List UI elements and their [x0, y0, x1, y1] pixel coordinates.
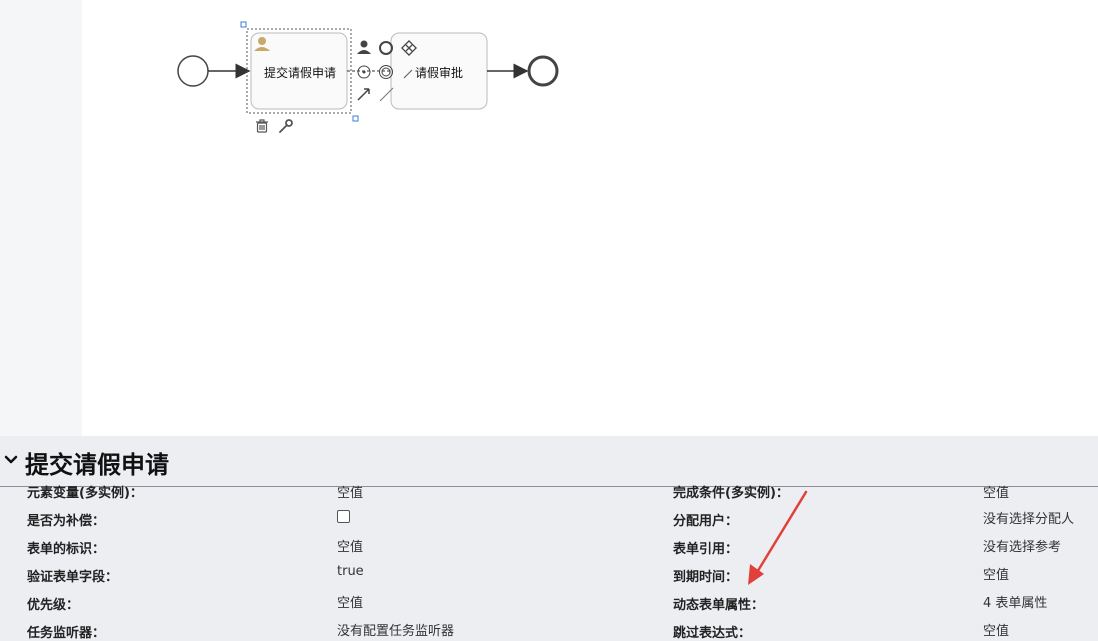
property-label: 优先级：: [27, 598, 80, 613]
property-value[interactable]: 空值: [983, 620, 1009, 639]
start-event[interactable]: [177, 55, 209, 87]
task-label: 请假审批: [415, 66, 464, 80]
compensation-checkbox[interactable]: [337, 510, 350, 523]
property-value[interactable]: 空值: [337, 536, 363, 555]
property-row[interactable]: 分配用户： 没有选择分配人: [549, 508, 1098, 536]
property-row[interactable]: 元素变量(多实例)： 空值: [0, 480, 549, 508]
property-row[interactable]: 完成条件(多实例)： 空值: [549, 480, 1098, 508]
property-value[interactable]: 空值: [983, 564, 1009, 583]
property-row[interactable]: 优先级： 空值: [0, 592, 549, 620]
property-label: 是否为补偿：: [27, 514, 106, 529]
property-label: 任务监听器：: [27, 626, 106, 641]
property-label: 到期时间：: [673, 570, 739, 585]
property-row[interactable]: 是否为补偿：: [0, 508, 549, 536]
resize-handle[interactable]: [352, 115, 359, 122]
property-row[interactable]: 任务监听器： 没有配置任务监听器: [0, 620, 549, 641]
property-label: 跳过表达式：: [673, 626, 752, 641]
property-value[interactable]: 空值: [983, 482, 1009, 501]
property-row[interactable]: 验证表单字段： true: [0, 564, 549, 592]
property-row[interactable]: 到期时间： 空值: [549, 564, 1098, 592]
property-value[interactable]: 没有选择参考: [983, 536, 1061, 555]
property-row[interactable]: 跳过表达式： 空值: [549, 620, 1098, 641]
property-row[interactable]: 表单引用： 没有选择参考: [549, 536, 1098, 564]
connect-tool-icon[interactable]: [357, 88, 370, 101]
property-row[interactable]: 动态表单属性： 4 表单属性: [549, 592, 1098, 620]
annotation-arrow: [748, 490, 808, 585]
property-label: 表单引用：: [673, 542, 739, 557]
property-value[interactable]: 没有配置任务监听器: [337, 620, 454, 639]
user-task-tool-icon[interactable]: [357, 40, 371, 55]
end-event[interactable]: [527, 55, 559, 87]
property-label: 验证表单字段：: [27, 570, 119, 585]
property-value[interactable]: 没有选择分配人: [983, 508, 1074, 527]
task-label: 提交请假申请: [264, 66, 337, 80]
end-event-tool-icon[interactable]: [379, 41, 393, 55]
property-label: 表单的标识：: [27, 542, 106, 557]
property-value[interactable]: 空值: [337, 482, 363, 501]
property-label: 元素变量(多实例)：: [27, 486, 143, 501]
wrench-icon[interactable]: [279, 119, 293, 133]
trash-icon[interactable]: [256, 119, 268, 133]
property-value[interactable]: true: [337, 564, 364, 579]
properties-panel: 提交请假申请 元素变量(多实例)： 空值 是否为补偿： 表单的标识： 空值 验证…: [0, 436, 1098, 641]
process-diagram: [177, 21, 559, 133]
property-value[interactable]: 4 表单属性: [983, 592, 1047, 611]
property-label: 动态表单属性：: [673, 598, 765, 613]
intermediate-event-tool-icon[interactable]: [357, 65, 371, 79]
panel-title: 提交请假申请: [25, 451, 169, 479]
property-label: 分配用户：: [673, 514, 739, 529]
property-row[interactable]: 表单的标识： 空值: [0, 536, 549, 564]
chevron-down-icon[interactable]: [4, 453, 18, 467]
property-value[interactable]: 空值: [337, 592, 363, 611]
resize-handle[interactable]: [240, 21, 247, 28]
